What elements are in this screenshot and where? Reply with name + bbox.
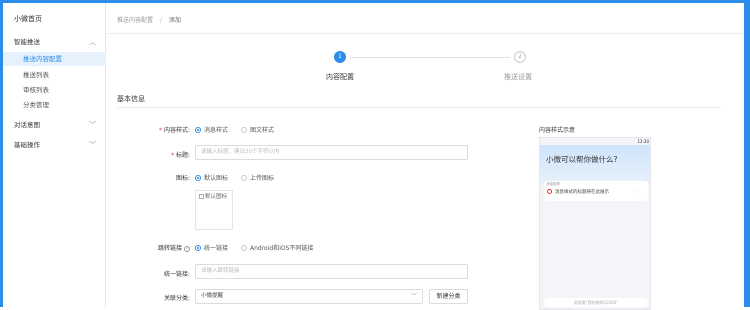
- title-label: * 标题:: [170, 152, 190, 159]
- radio-unchecked-icon: [241, 175, 247, 181]
- phone-preview: 12:30 小微可以帮你做什么? 消息推荐 消息样式的标题将在此展示 › 说说看"…: [539, 137, 651, 310]
- category-label: 关联分类:: [163, 295, 190, 302]
- radio-default-icon[interactable]: 默认图标: [195, 173, 228, 182]
- scrollbar[interactable]: [744, 3, 747, 307]
- preview-title: 内容样式示意: [539, 127, 576, 134]
- unified-link-input[interactable]: 请输入跳转链接: [195, 264, 468, 279]
- radio-checked-icon: [195, 175, 201, 181]
- breadcrumb-parent-link[interactable]: 推送内容配置: [117, 17, 153, 24]
- radio-unified-link[interactable]: 统一链接: [195, 243, 228, 252]
- step-1-indicator: 1: [334, 51, 346, 63]
- sidebar-item-review-list[interactable]: 审核列表: [3, 83, 106, 97]
- chevron-down-icon: ﹀: [89, 141, 96, 149]
- phone-status-bar: 12:30: [637, 139, 649, 144]
- sidebar-group-dialog-intent[interactable]: 对话意图 ﹀: [3, 117, 106, 133]
- phone-header: [540, 145, 650, 185]
- sidebar-group-smart-push[interactable]: 智能推送 ︿: [3, 34, 106, 50]
- sidebar-group-label: 对话意图: [14, 121, 40, 129]
- sidebar-group-label: 智能推送: [14, 38, 40, 46]
- step-2-indicator: 2: [514, 51, 526, 63]
- broken-image-icon: [199, 194, 204, 199]
- phone-message-item: 消息样式的标题将在此展示 ›: [547, 189, 639, 195]
- category-select[interactable]: 小微提醒 ﹀: [195, 289, 423, 304]
- chevron-down-icon: ﹀: [89, 121, 96, 129]
- radio-checked-icon: [195, 127, 201, 133]
- content-style-label: * 内容样式:: [158, 127, 190, 134]
- chevron-down-icon: ﹀: [410, 293, 417, 300]
- radio-unchecked-icon: [241, 127, 247, 133]
- sidebar-item-push-list[interactable]: 推送列表: [3, 68, 106, 82]
- sidebar: 小微首页 智能推送 ︿ 推送内容配置 推送列表 审核列表 分类管理 对话意图 ﹀…: [3, 3, 106, 307]
- breadcrumb-current: 添加: [168, 17, 181, 24]
- step-1-label: 内容配置: [326, 73, 354, 81]
- help-icon[interactable]: ?: [184, 246, 190, 252]
- chevron-right-icon: ›: [637, 190, 639, 195]
- sidebar-item-push-config[interactable]: 推送内容配置: [3, 52, 106, 66]
- phone-input-hint: 说说看"我的借呗10345": [544, 298, 648, 307]
- radio-image-text-style[interactable]: 图文样式: [241, 125, 274, 134]
- sidebar-group-label: 基础操作: [14, 141, 40, 149]
- radio-checked-icon: [195, 245, 201, 251]
- bullet-icon: [547, 189, 552, 194]
- section-title: 基本信息: [117, 95, 145, 103]
- radio-unchecked-icon: [241, 245, 247, 251]
- divider: [106, 33, 744, 34]
- required-mark: *: [170, 152, 174, 159]
- breadcrumb: 推送内容配置 / 添加: [117, 15, 181, 24]
- breadcrumb-separator: /: [159, 17, 162, 24]
- main-content: 推送内容配置 / 添加 1 2 内容配置 推送设置 基本信息 * 内容样式: 消息…: [106, 3, 744, 310]
- sidebar-home-link[interactable]: 小微首页: [3, 9, 106, 29]
- chevron-up-icon: ︿: [89, 38, 96, 46]
- link-label: 跳转链接?: [157, 245, 190, 252]
- required-mark: *: [158, 127, 162, 134]
- default-icon-image: 默认图标: [195, 190, 233, 230]
- new-category-button[interactable]: 新建分类: [429, 289, 468, 304]
- unified-link-label: 统一链接:: [163, 271, 190, 278]
- divider: [117, 107, 721, 108]
- sidebar-group-basic-ops[interactable]: 基础操作 ﹀: [3, 137, 106, 153]
- radio-platform-links[interactable]: Android和iOS不同链接: [241, 243, 313, 252]
- steps-connector: [350, 57, 510, 58]
- radio-upload-icon[interactable]: 上传图标: [241, 173, 274, 182]
- radio-message-style[interactable]: 消息样式: [195, 125, 228, 134]
- phone-card-caption: 消息推荐: [546, 182, 560, 186]
- title-input[interactable]: 请输入标题，建议20个字符以内: [195, 145, 468, 160]
- icon-label: 图标:: [175, 175, 190, 182]
- phone-question: 小微可以帮你做什么?: [546, 155, 618, 164]
- sidebar-item-category-manage[interactable]: 分类管理: [3, 98, 106, 112]
- step-2-label: 推送设置: [504, 73, 532, 81]
